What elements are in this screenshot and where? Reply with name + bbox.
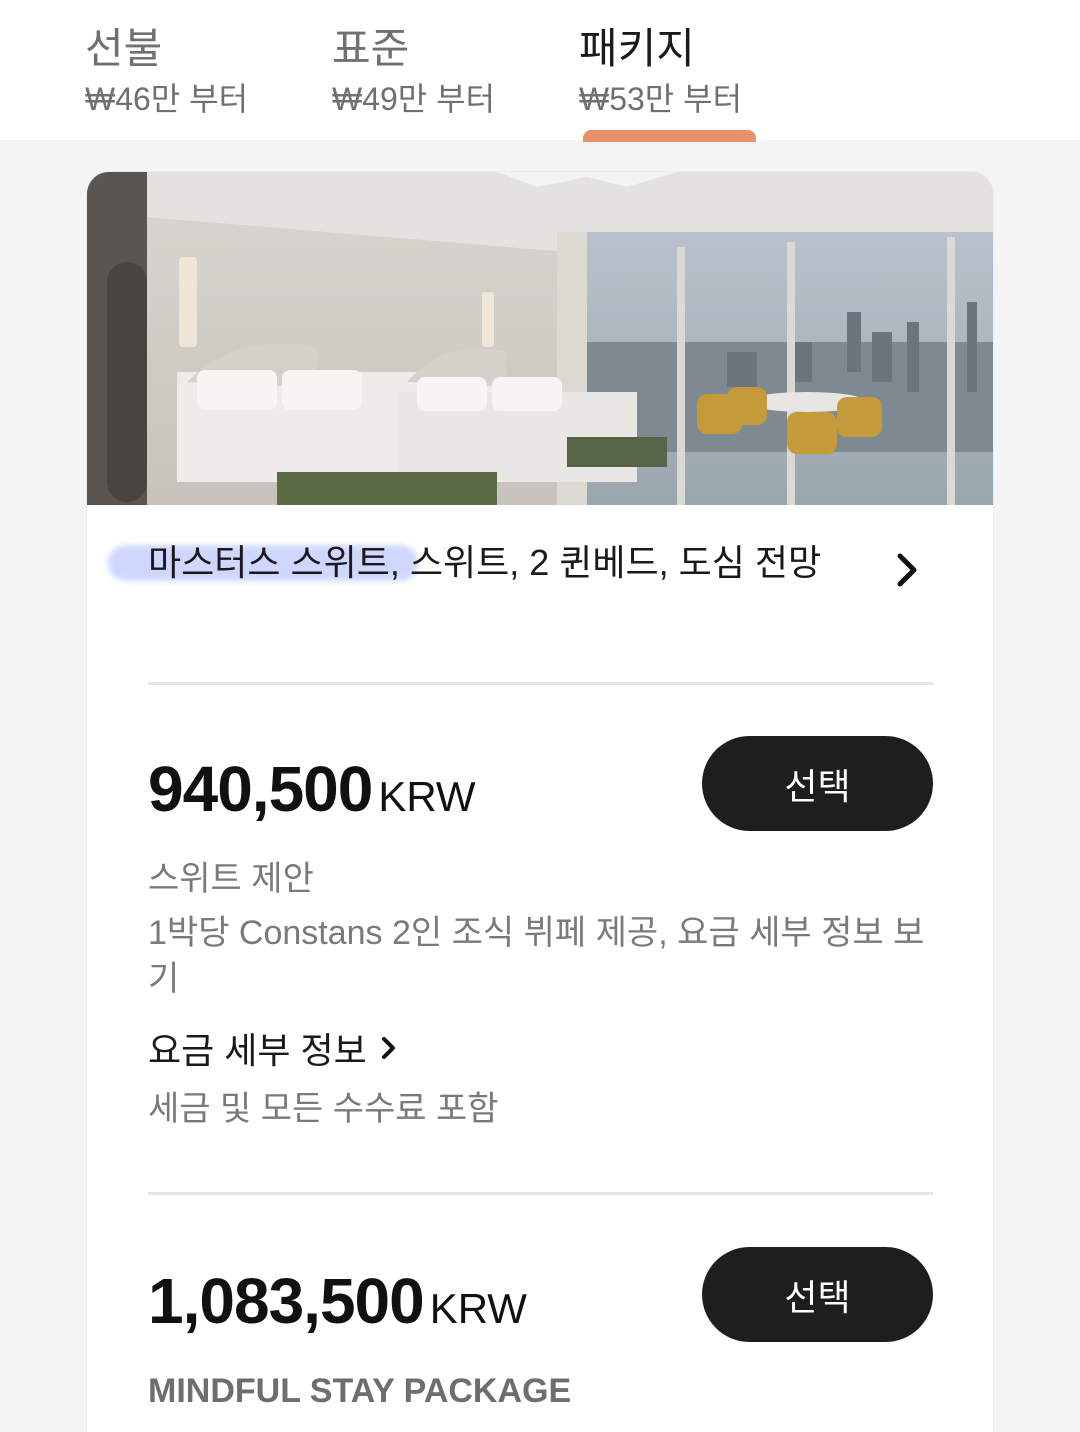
tax-note: 세금 및 모든 수수료 포함 [148,1090,499,1128]
offer-description: 1박당 Constans 2인 조식 뷔페 제공, 요금 세부 정보 보기 [148,914,925,998]
offer-price: 940,500 KRW [148,752,476,826]
tab-title: 선불 [85,25,163,72]
price-currency: KRW [429,1285,527,1332]
chevron-right-icon[interactable] [888,550,928,590]
tab-title: 패키지 [579,25,695,72]
tab-price: ₩53만 부터 [579,81,743,117]
room-title: 마스터스 스위트, 스위트, 2 퀸베드, 도심 전망 [108,540,828,586]
divider [148,1192,933,1195]
select-button[interactable]: 선택 [702,736,933,831]
room-card: 마스터스 스위트, 스위트, 2 퀸베드, 도심 전망 940,500 KRW 선… [87,172,993,1432]
active-tab-indicator [583,130,756,142]
tab-standard[interactable]: 표준 ₩49만 부터 [332,24,495,124]
offer-price: 1,083,500 KRW [148,1264,527,1338]
rate-details-link[interactable]: 요금 세부 정보 [148,1022,399,1074]
price-currency: KRW [378,773,476,820]
tab-price: ₩49만 부터 [332,81,496,117]
offer-category: 스위트 제안 [148,860,314,898]
price-amount: 1,083,500 [148,1265,425,1337]
room-photo[interactable] [87,172,993,505]
rate-tabs: 선불 ₩46만 부터 표준 ₩49만 부터 패키지 ₩53만 부터 [0,0,1080,142]
tab-price: ₩46만 부터 [85,81,249,117]
tab-package[interactable]: 패키지 ₩53만 부터 [579,24,742,124]
rate-details-label: 요금 세부 정보 [148,1030,367,1071]
select-button[interactable]: 선택 [702,1247,933,1342]
room-title-row[interactable]: 마스터스 스위트, 스위트, 2 퀸베드, 도심 전망 [108,540,938,587]
price-amount: 940,500 [148,753,373,825]
chevron-right-icon [381,1037,395,1059]
room-name-highlighted: 마스터스 스위트 [148,542,390,583]
tab-title: 표준 [332,25,410,72]
divider [148,682,933,685]
offer-category: MINDFUL STAY PACKAGE [148,1372,572,1410]
room-name-rest: , 스위트, 2 퀸베드, 도심 전망 [389,542,822,583]
tab-prepaid[interactable]: 선불 ₩46만 부터 [85,24,248,124]
